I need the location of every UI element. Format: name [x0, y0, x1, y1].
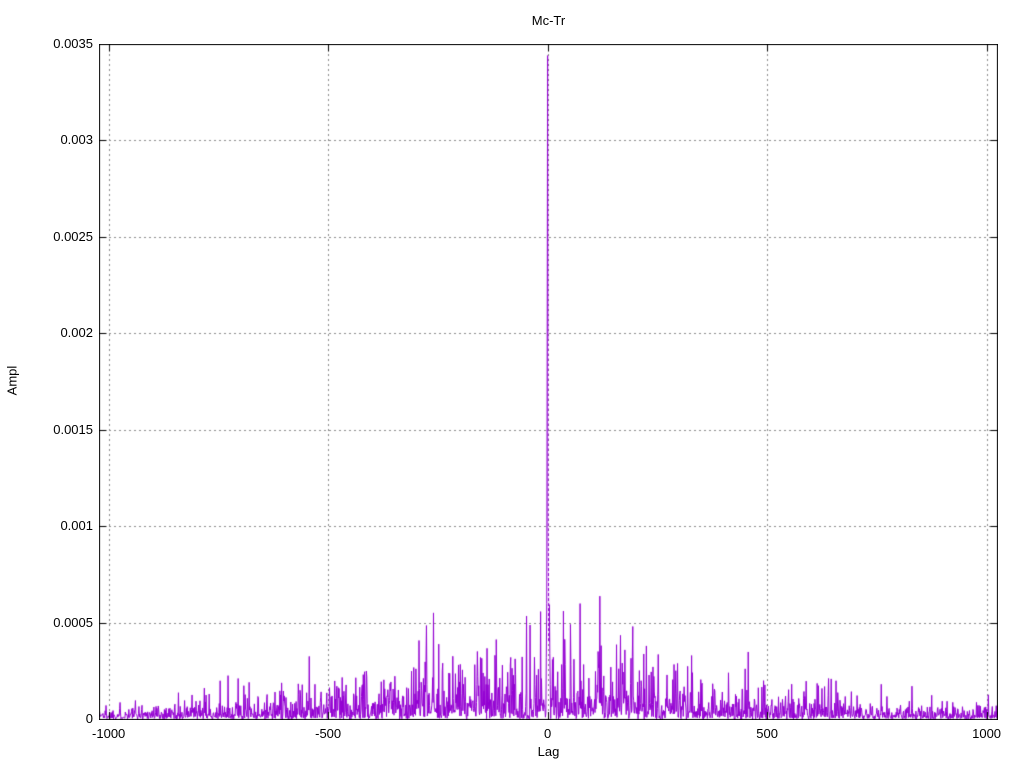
chart-title: Mc-Tr — [531, 13, 566, 28]
y-tick-label: 0.003 — [60, 132, 93, 148]
x-tick-label: 500 — [756, 726, 778, 741]
x-axis-label: Lag — [537, 744, 560, 759]
y-tick-label: 0.0035 — [53, 36, 93, 51]
x-tick-label: -500 — [315, 726, 342, 741]
chart-figure: Mc-Tr Ampl 0 0.0005 0.001 0.0015 0.002 0.0025… — [0, 0, 1024, 768]
y-tick-label: 0.001 — [60, 518, 93, 534]
y-tick-label: 0 — [85, 711, 93, 726]
y-tick-label: 0.0015 — [53, 421, 93, 437]
x-tick-label: 0 — [543, 726, 552, 741]
x-tick-label: 1000 — [972, 726, 1002, 741]
plot-area — [99, 44, 998, 720]
x-tick-label: -1000 — [92, 726, 126, 741]
y-tick-label: 0.002 — [60, 325, 93, 341]
y-tick-label: 0.0025 — [53, 228, 93, 244]
y-tick-label: 0.0005 — [53, 614, 93, 630]
y-axis-label: Ampl — [4, 365, 20, 396]
